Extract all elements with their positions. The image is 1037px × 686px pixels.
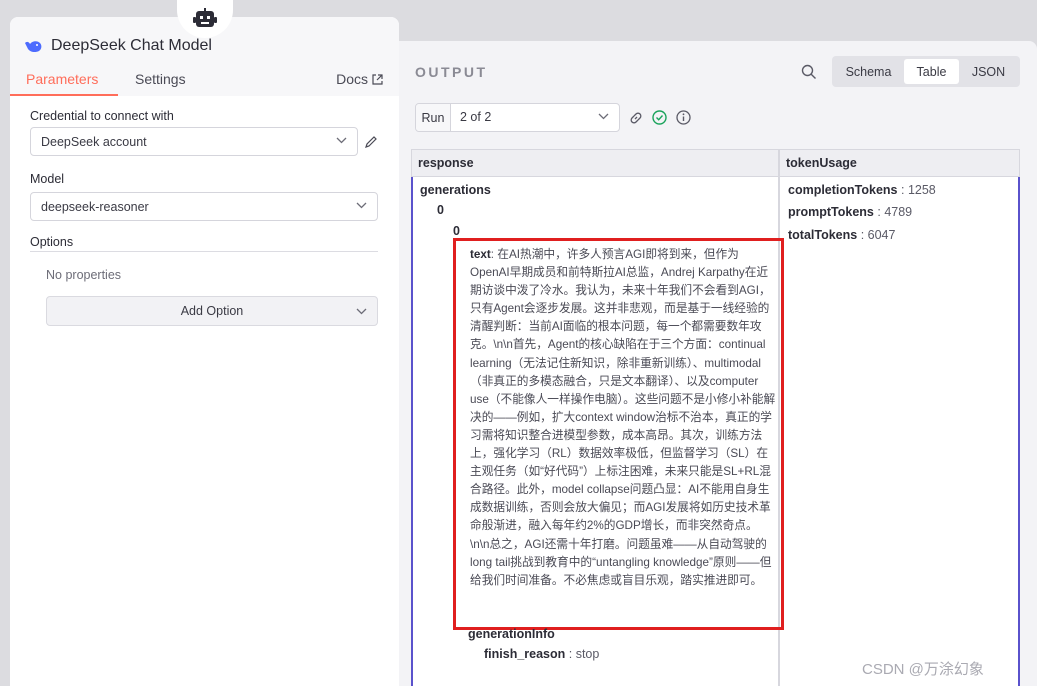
view-schema-button[interactable]: Schema <box>835 59 902 84</box>
tab-settings[interactable]: Settings <box>135 71 186 87</box>
external-link-icon <box>372 73 383 85</box>
text-key: text <box>470 248 491 261</box>
run-value: 2 of 2 <box>460 110 492 124</box>
generation-text: text: 在AI热潮中，许多人预言AGI即将到来，但作为OpenAI早期成员和… <box>470 248 776 587</box>
run-label: Run <box>416 104 451 131</box>
active-tab-underline <box>10 94 118 96</box>
search-icon[interactable] <box>801 64 817 80</box>
node-tabs: Parameters Settings Docs <box>10 69 399 96</box>
credential-value: DeepSeek account <box>41 134 147 149</box>
completion-tokens-key: completionTokens <box>788 183 898 197</box>
watermark: CSDN @万涂幻象 <box>862 661 984 678</box>
tree-finish-reason: finish_reason : stop <box>484 647 600 661</box>
no-properties-text: No properties <box>46 268 122 282</box>
tree-key-generationinfo: generationInfo <box>468 627 555 641</box>
tree-index-0-inner: 0 <box>453 224 460 238</box>
options-divider <box>30 251 378 252</box>
tree-index-0: 0 <box>437 203 444 217</box>
tokenusage-cell <box>779 177 1020 686</box>
credential-label: Credential to connect with <box>30 109 174 123</box>
model-label: Model <box>30 172 65 186</box>
node-header: DeepSeek Chat Model Parameters Settings … <box>10 0 399 96</box>
info-icon[interactable] <box>676 110 691 125</box>
chevron-down-icon <box>356 308 367 315</box>
node-parameters-panel: DeepSeek Chat Model Parameters Settings … <box>10 0 399 686</box>
add-option-button[interactable]: Add Option <box>46 296 378 326</box>
node-title: DeepSeek Chat Model <box>24 37 212 55</box>
highlighted-text-field: text: 在AI热潮中，许多人预言AGI即将到来，但作为OpenAI早期成员和… <box>453 238 784 630</box>
run-status-icons <box>629 110 691 125</box>
docs-label: Docs <box>336 71 368 87</box>
token-total: totalTokens : 6047 <box>788 228 896 242</box>
column-header-tokenusage: tokenUsage <box>779 149 1020 177</box>
robot-icon <box>177 0 233 38</box>
node-title-text: DeepSeek Chat Model <box>51 37 212 54</box>
chevron-down-icon <box>598 113 609 120</box>
link-icon[interactable] <box>629 111 643 125</box>
deepseek-whale-icon <box>25 41 42 53</box>
prompt-tokens-key: promptTokens <box>788 205 874 219</box>
run-selector[interactable]: Run 2 of 2 <box>415 103 620 132</box>
completion-tokens-value: 1258 <box>907 183 936 197</box>
total-tokens-key: totalTokens <box>788 228 858 242</box>
pencil-icon[interactable] <box>364 135 378 149</box>
text-value: 在AI热潮中，许多人预言AGI即将到来，但作为OpenAI早期成员和前特斯拉AI… <box>470 248 776 587</box>
token-completion: completionTokens : 1258 <box>788 183 936 197</box>
success-check-icon <box>652 110 667 125</box>
token-prompt: promptTokens : 4789 <box>788 205 913 219</box>
view-mode-toggle: Schema Table JSON <box>832 56 1020 87</box>
tab-parameters[interactable]: Parameters <box>26 71 98 87</box>
view-json-button[interactable]: JSON <box>961 59 1016 84</box>
docs-link[interactable]: Docs <box>336 71 383 87</box>
column-header-response: response <box>411 149 779 177</box>
finish-reason-value: stop <box>575 647 600 661</box>
chevron-down-icon <box>336 137 347 144</box>
options-label: Options <box>30 235 74 249</box>
model-value: deepseek-reasoner <box>41 199 149 214</box>
model-select[interactable]: deepseek-reasoner <box>30 192 378 221</box>
add-option-label: Add Option <box>180 304 244 318</box>
view-table-button[interactable]: Table <box>904 59 959 84</box>
prompt-tokens-value: 4789 <box>884 205 913 219</box>
output-title: OUTPUT <box>415 64 488 80</box>
total-tokens-value: 6047 <box>867 228 896 242</box>
finish-reason-key: finish_reason <box>484 647 566 661</box>
tree-key-generations: generations <box>420 183 491 197</box>
credential-select[interactable]: DeepSeek account <box>30 127 358 156</box>
chevron-down-icon <box>356 202 367 209</box>
